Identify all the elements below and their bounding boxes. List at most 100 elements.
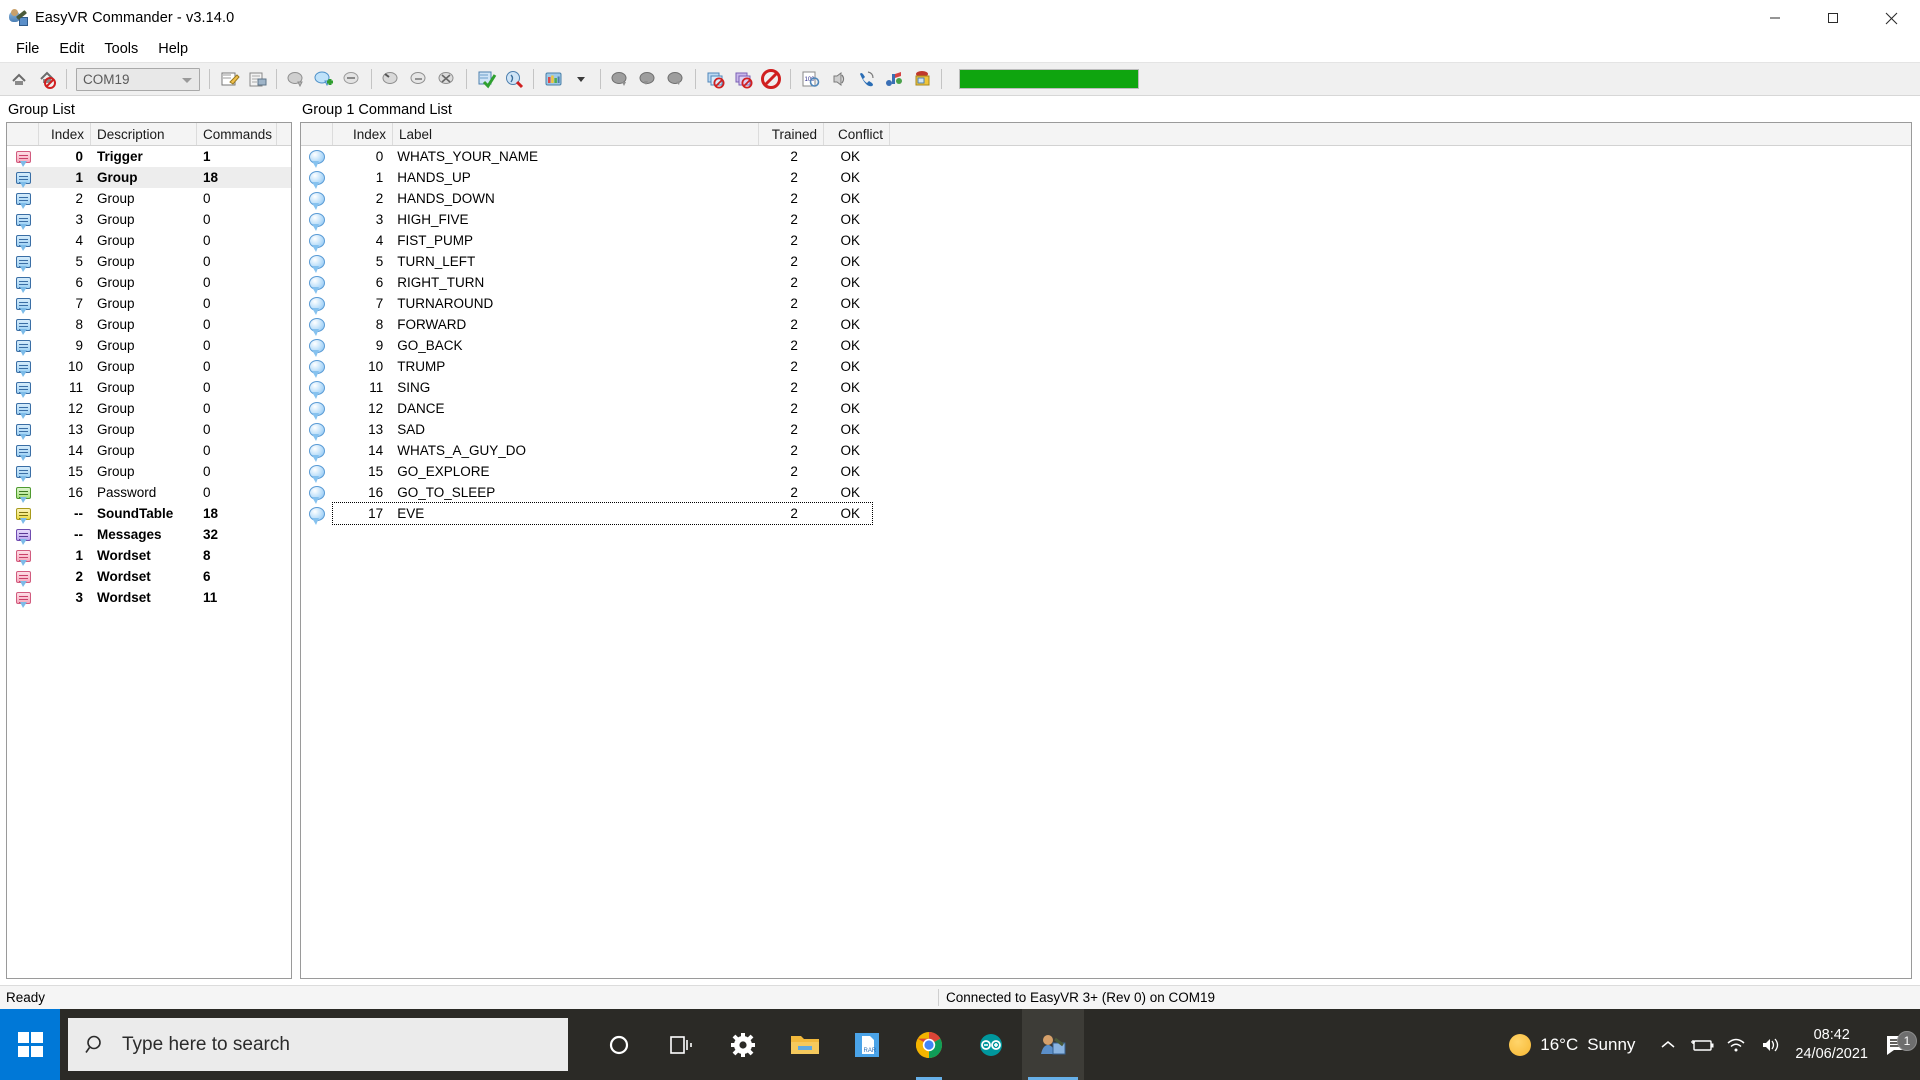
- group-col-commands[interactable]: Commands: [197, 123, 277, 145]
- remove-group-icon[interactable]: [338, 65, 366, 93]
- menu-file[interactable]: File: [6, 37, 49, 61]
- minimize-button[interactable]: [1746, 0, 1804, 36]
- command-list-listview[interactable]: Index Label Trained Conflict 0 WHATS_YOUR…: [300, 122, 1912, 979]
- command-list-row[interactable]: 15 GO_EXPLORE 2 OK: [301, 461, 1911, 483]
- group-list-row[interactable]: 13 Group 0: [7, 419, 291, 440]
- command-list-row[interactable]: 5 TURN_LEFT 2 OK: [301, 251, 1911, 273]
- generate-code-icon[interactable]: 100: [796, 65, 824, 93]
- group-list-row[interactable]: 11 Group 0: [7, 377, 291, 398]
- sound-dropdown-icon[interactable]: [567, 65, 595, 93]
- command-list-row[interactable]: 4 FIST_PUMP 2 OK: [301, 230, 1911, 252]
- search-input[interactable]: Type here to search: [68, 1018, 568, 1071]
- group-list-row[interactable]: -- SoundTable 18: [7, 503, 291, 524]
- command-list-row[interactable]: 9 GO_BACK 2 OK: [301, 335, 1911, 357]
- command-list-row[interactable]: 2 HANDS_DOWN 2 OK: [301, 188, 1911, 210]
- grammar2-icon[interactable]: [634, 65, 662, 93]
- group-list-row[interactable]: 5 Group 0: [7, 251, 291, 272]
- command-list-row[interactable]: 0 WHATS_YOUR_NAME 2 OK: [301, 146, 1911, 168]
- remove-command-icon[interactable]: [377, 65, 405, 93]
- command-col-icon[interactable]: [301, 123, 333, 145]
- connect-icon[interactable]: [5, 65, 33, 93]
- group-list-row[interactable]: 15 Group 0: [7, 461, 291, 482]
- group-list-row[interactable]: 6 Group 0: [7, 272, 291, 293]
- command-list-row[interactable]: 17 EVE 2 OK: [301, 502, 1911, 525]
- file-explorer-icon[interactable]: [774, 1009, 836, 1080]
- command-col-label[interactable]: Label: [393, 123, 759, 145]
- command-list-row[interactable]: 8 FORWARD 2 OK: [301, 314, 1911, 336]
- command-list-row[interactable]: 1 HANDS_UP 2 OK: [301, 167, 1911, 189]
- taskbar-clock[interactable]: 08:42 24/06/2021: [1795, 1026, 1868, 1064]
- delete-group-icon[interactable]: [701, 65, 729, 93]
- group-col-icon[interactable]: [7, 123, 39, 145]
- add-group-icon[interactable]: [282, 65, 310, 93]
- speaker-volume-icon[interactable]: [1753, 1036, 1787, 1054]
- command-col-trained[interactable]: Trained: [759, 123, 824, 145]
- group-list-row[interactable]: 3 Wordset 11: [7, 587, 291, 608]
- command-list-row[interactable]: 3 HIGH_FIVE 2 OK: [301, 209, 1911, 231]
- bridge-icon[interactable]: [880, 65, 908, 93]
- command-col-conflict[interactable]: Conflict: [824, 123, 890, 145]
- cortana-icon[interactable]: [588, 1009, 650, 1080]
- speaker-icon[interactable]: [824, 65, 852, 93]
- phone-icon[interactable]: [852, 65, 880, 93]
- command-list-row[interactable]: 16 GO_TO_SLEEP 2 OK: [301, 482, 1911, 504]
- command-list-row[interactable]: 14 WHATS_A_GUY_DO 2 OK: [301, 440, 1911, 462]
- close-button[interactable]: [1862, 0, 1920, 36]
- group-list-row[interactable]: 3 Group 0: [7, 209, 291, 230]
- group-col-index[interactable]: Index: [39, 123, 91, 145]
- group-list-row[interactable]: 2 Group 0: [7, 188, 291, 209]
- chrome-icon[interactable]: [898, 1009, 960, 1080]
- group-col-description[interactable]: Description: [91, 123, 197, 145]
- menu-edit[interactable]: Edit: [49, 37, 94, 61]
- delete-all-icon[interactable]: [729, 65, 757, 93]
- easyvr-commander-icon[interactable]: [1022, 1009, 1084, 1080]
- show-hidden-icons-chevron[interactable]: [1651, 1039, 1685, 1051]
- windows-start-icon[interactable]: [0, 1009, 60, 1080]
- group-list-row[interactable]: 4 Group 0: [7, 230, 291, 251]
- group-list-row[interactable]: 7 Group 0: [7, 293, 291, 314]
- winrar-icon[interactable]: RAR: [836, 1009, 898, 1080]
- test-command-icon[interactable]: [500, 65, 528, 93]
- sound-table-icon[interactable]: [539, 65, 567, 93]
- battery-charging-icon[interactable]: [1685, 1037, 1719, 1053]
- task-view-icon[interactable]: [650, 1009, 712, 1080]
- disconnect-icon[interactable]: [33, 65, 61, 93]
- cancel-icon[interactable]: [757, 65, 785, 93]
- group-list-row[interactable]: 12 Group 0: [7, 398, 291, 419]
- command-col-index[interactable]: Index: [333, 123, 393, 145]
- group-list-row[interactable]: 9 Group 0: [7, 335, 291, 356]
- settings-icon[interactable]: [712, 1009, 774, 1080]
- command-list-row[interactable]: 13 SAD 2 OK: [301, 419, 1911, 441]
- grammar3-icon[interactable]: [662, 65, 690, 93]
- command-list-row[interactable]: 10 TRUMP 2 OK: [301, 356, 1911, 378]
- command-list-row[interactable]: 7 TURNAROUND 2 OK: [301, 293, 1911, 315]
- open-project-icon[interactable]: [243, 65, 271, 93]
- group-list-row[interactable]: 8 Group 0: [7, 314, 291, 335]
- menu-tools[interactable]: Tools: [94, 37, 148, 61]
- weather-widget[interactable]: 16°C Sunny: [1509, 1033, 1635, 1056]
- serial-port-combo[interactable]: COM19: [76, 67, 200, 91]
- wizard-icon[interactable]: [908, 65, 936, 93]
- group-list-row[interactable]: 1 Group 18: [7, 167, 291, 188]
- command-list-row[interactable]: 6 RIGHT_TURN 2 OK: [301, 272, 1911, 294]
- group-list-row[interactable]: 14 Group 0: [7, 440, 291, 461]
- train-command-icon[interactable]: [472, 65, 500, 93]
- erase-command-icon[interactable]: [433, 65, 461, 93]
- new-project-icon[interactable]: [215, 65, 243, 93]
- wifi-icon[interactable]: [1719, 1036, 1753, 1054]
- group-list-row[interactable]: 0 Trigger 1: [7, 146, 291, 167]
- group-list-row[interactable]: 1 Wordset 8: [7, 545, 291, 566]
- rename-command-icon[interactable]: [405, 65, 433, 93]
- menu-help[interactable]: Help: [148, 37, 198, 61]
- add-command-icon[interactable]: [310, 65, 338, 93]
- group-list-row[interactable]: 2 Wordset 6: [7, 566, 291, 587]
- group-list-listview[interactable]: Index Description Commands 0 Trigger 1 1 Gro…: [6, 122, 292, 979]
- arduino-icon[interactable]: [960, 1009, 1022, 1080]
- grammar-icon[interactable]: [606, 65, 634, 93]
- command-list-row[interactable]: 11 SING 2 OK: [301, 377, 1911, 399]
- maximize-button[interactable]: [1804, 0, 1862, 36]
- group-list-row[interactable]: -- Messages 32: [7, 524, 291, 545]
- group-list-row[interactable]: 16 Password 0: [7, 482, 291, 503]
- notification-center-icon[interactable]: 1: [1880, 1030, 1917, 1057]
- command-list-row[interactable]: 12 DANCE 2 OK: [301, 398, 1911, 420]
